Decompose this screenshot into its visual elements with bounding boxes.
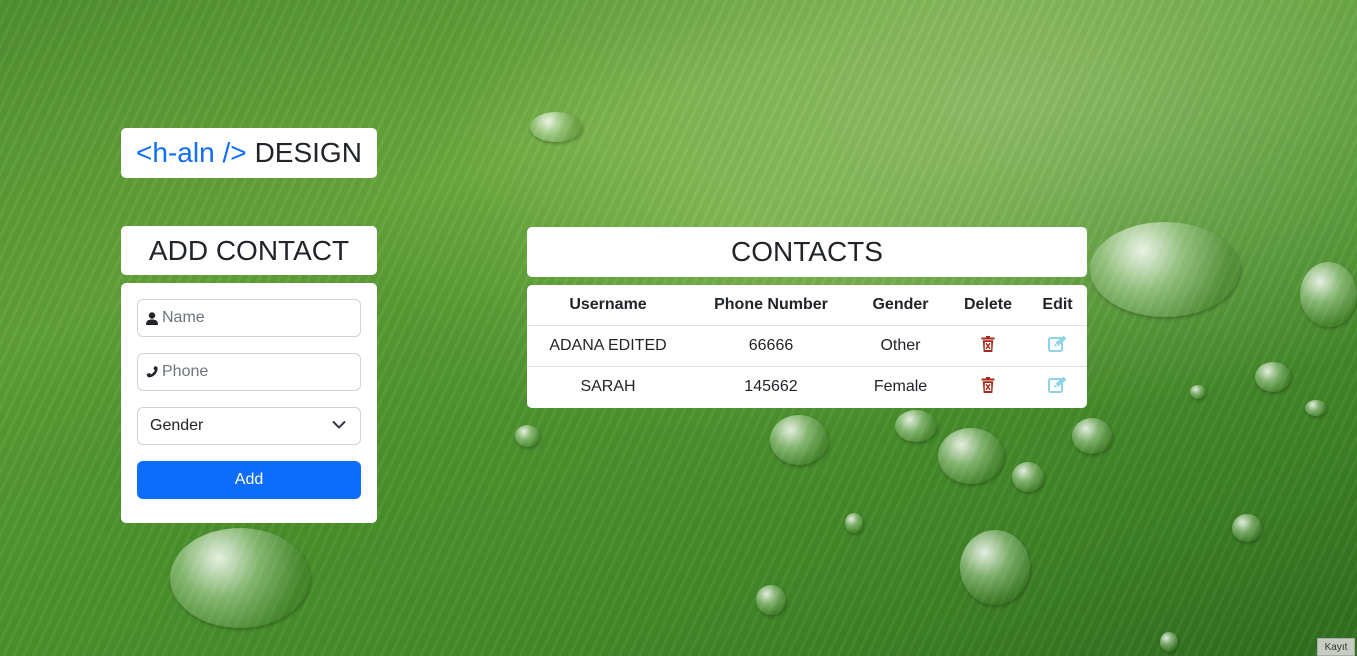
water-drop bbox=[1012, 462, 1044, 492]
gender-select[interactable]: Gender bbox=[137, 407, 361, 445]
water-drop bbox=[1090, 222, 1240, 317]
cell-phone: 66666 bbox=[748, 337, 794, 354]
cell-delete bbox=[948, 366, 1028, 407]
water-drop bbox=[1072, 418, 1112, 454]
edit-icon[interactable] bbox=[1047, 376, 1068, 393]
cell-edit bbox=[1028, 326, 1087, 367]
water-drop bbox=[515, 425, 540, 447]
table-header-row: Username Phone Number Gender Delete Edit bbox=[527, 285, 1087, 326]
water-drop bbox=[756, 585, 786, 615]
contacts-title-text: CONTACTS bbox=[731, 236, 883, 267]
water-drop bbox=[170, 528, 310, 628]
record-button[interactable]: Kayıt bbox=[1317, 638, 1355, 656]
cell-delete bbox=[948, 326, 1028, 367]
add-contact-title-text: ADD CONTACT bbox=[148, 234, 350, 266]
delete-icon[interactable] bbox=[981, 376, 995, 393]
phone-input[interactable] bbox=[162, 363, 342, 381]
table-row: ADANA EDITED 66666 Other bbox=[527, 326, 1087, 367]
name-field[interactable] bbox=[137, 299, 361, 337]
gender-select-value: Gender bbox=[150, 417, 204, 434]
water-drop bbox=[960, 530, 1030, 605]
column-header-edit: Edit bbox=[1028, 285, 1087, 326]
add-button[interactable]: Add bbox=[137, 461, 361, 499]
name-input[interactable] bbox=[162, 309, 342, 327]
cell-gender: Female bbox=[853, 366, 948, 407]
cell-gender: Other bbox=[880, 337, 921, 354]
brand-word: DESIGN bbox=[254, 137, 362, 168]
water-drop bbox=[1255, 362, 1291, 392]
column-header-delete: Delete bbox=[948, 285, 1028, 326]
water-drop bbox=[770, 415, 828, 465]
water-drop bbox=[1305, 400, 1327, 416]
brand-logo: <h-aln /> DESIGN bbox=[121, 128, 377, 178]
cell-username: SARAH bbox=[527, 366, 689, 407]
delete-icon[interactable] bbox=[981, 335, 995, 352]
phone-icon bbox=[146, 365, 158, 379]
cell-username: ADANA EDITED bbox=[549, 337, 667, 354]
chevron-down-icon bbox=[332, 417, 346, 435]
column-header-phone: Phone Number bbox=[689, 285, 853, 326]
add-contact-form: Gender Add bbox=[121, 283, 377, 523]
water-drop bbox=[530, 112, 582, 142]
water-drop bbox=[938, 428, 1004, 484]
water-drop bbox=[895, 410, 937, 442]
water-drop bbox=[1232, 514, 1262, 542]
cell-edit bbox=[1028, 366, 1087, 407]
water-drop bbox=[1300, 262, 1357, 327]
water-drop bbox=[1190, 385, 1206, 399]
phone-field[interactable] bbox=[137, 353, 361, 391]
column-header-gender: Gender bbox=[853, 285, 948, 326]
table-row: SARAH 145662 Female bbox=[527, 366, 1087, 407]
user-icon bbox=[146, 311, 158, 325]
contacts-table: Username Phone Number Gender Delete Edit… bbox=[527, 285, 1087, 408]
cell-phone: 145662 bbox=[689, 366, 853, 407]
edit-icon[interactable] bbox=[1047, 335, 1068, 352]
add-contact-title: ADD CONTACT bbox=[121, 226, 377, 275]
water-drop bbox=[845, 513, 863, 533]
brand-code: <h-aln /> bbox=[136, 137, 247, 168]
column-header-username: Username bbox=[527, 285, 689, 326]
water-drop bbox=[1160, 632, 1178, 652]
contacts-title: CONTACTS bbox=[527, 227, 1087, 277]
